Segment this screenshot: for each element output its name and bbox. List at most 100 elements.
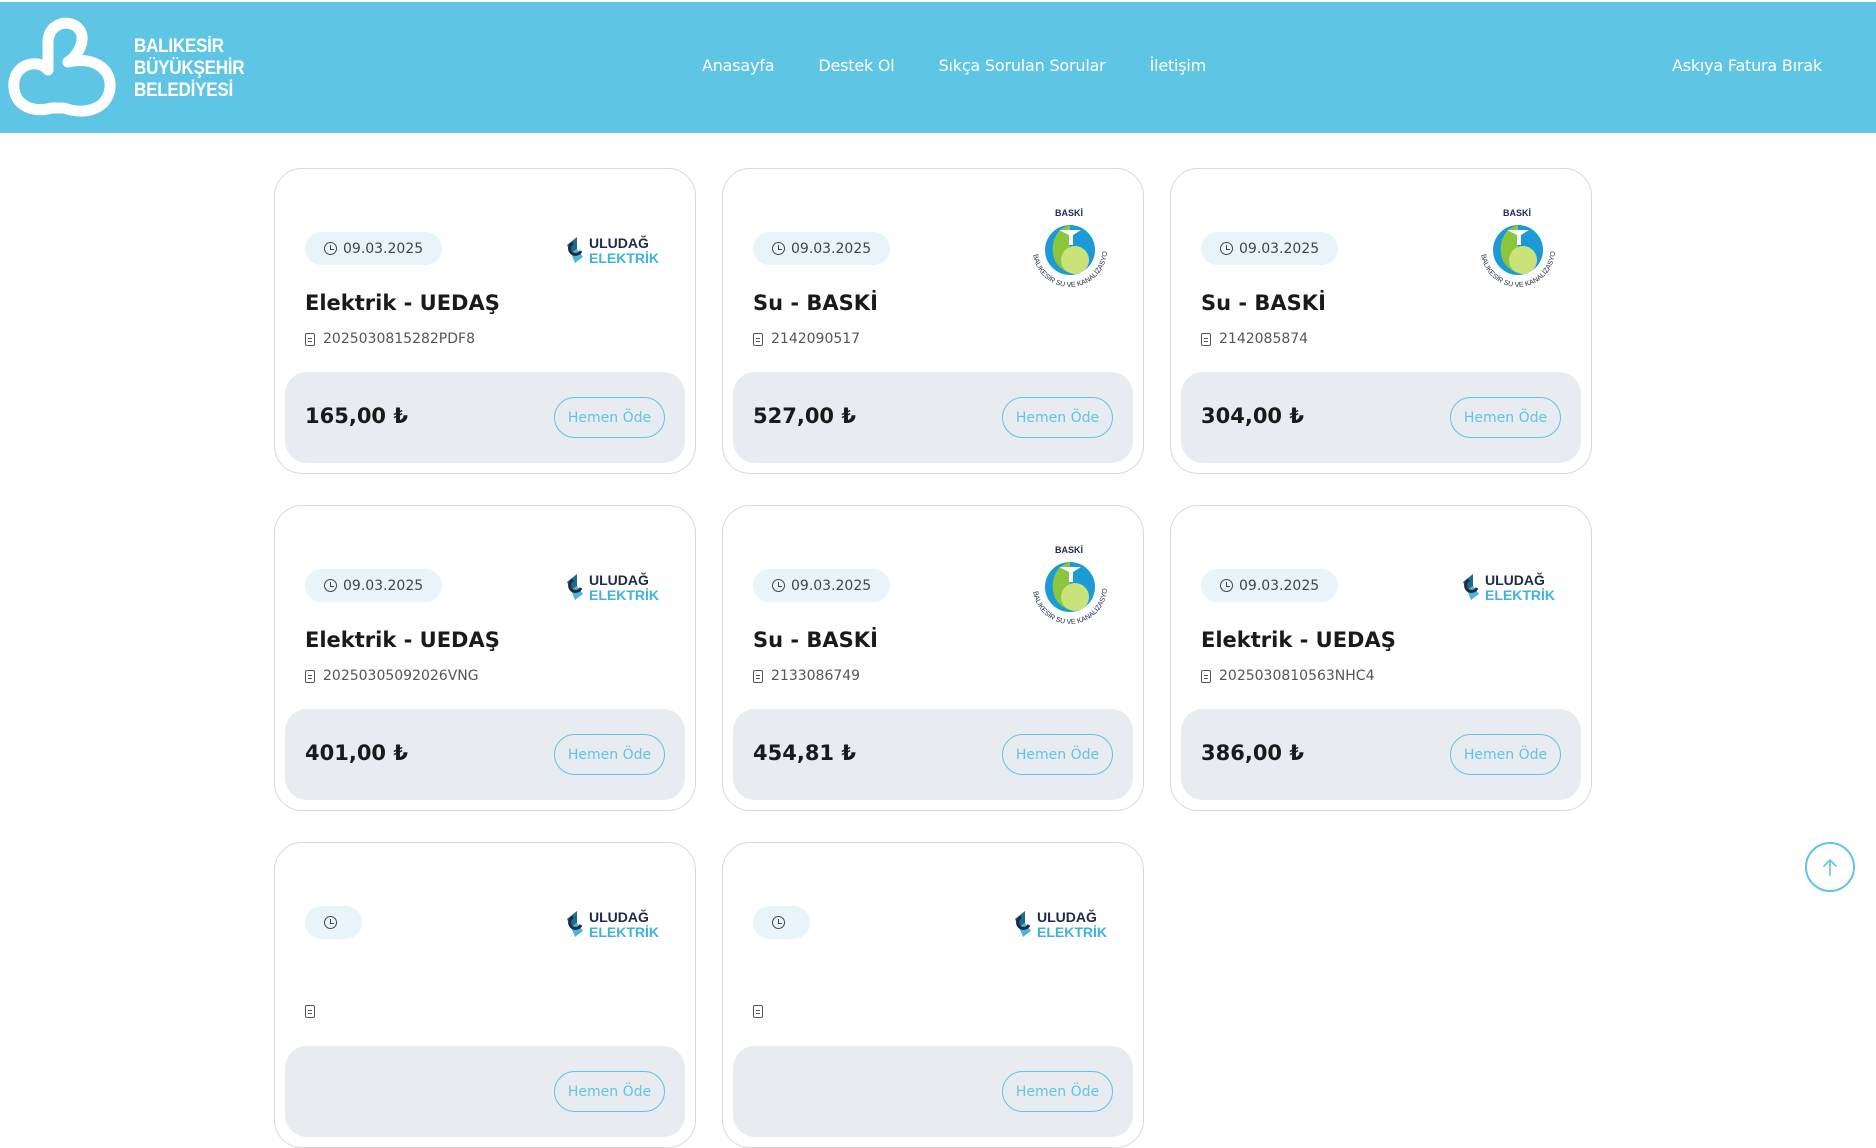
pay-now-button[interactable]: Hemen Öde: [554, 734, 665, 775]
baski-top-text: BASKİ: [1055, 545, 1083, 555]
date-badge: 09.03.2025: [1201, 232, 1339, 265]
bill-date: 09.03.2025: [1239, 240, 1320, 257]
clock-icon: [324, 579, 337, 592]
clock-icon: [772, 579, 785, 592]
date-badge: 09.03.2025: [305, 569, 443, 602]
main-nav: Anasayfa Destek Ol Sıkça Sorulan Sorular…: [702, 56, 1250, 75]
uludag-elektrik-logo-icon: ULUDAĞ ELEKTRİK: [567, 234, 659, 266]
bill-reference: 2133086749: [753, 668, 860, 684]
pay-now-button[interactable]: Hemen Öde: [554, 1071, 665, 1112]
payment-bar: 386,00 ₺ Hemen Öde: [1181, 709, 1581, 800]
bill-card[interactable]: 09.03.2025 ULUDAĞ ELEKTRİK Elektrik - UE…: [274, 505, 696, 811]
bill-reference: [753, 1005, 771, 1018]
bill-date: 09.03.2025: [343, 577, 424, 594]
nav-faq[interactable]: Sıkça Sorulan Sorular: [939, 56, 1106, 75]
bill-reference-number: 20250305092026VNG: [323, 668, 479, 684]
uludag-elektrik-logo-icon: ULUDAĞ ELEKTRİK: [567, 908, 659, 940]
provider-logo: ULUDAĞ ELEKTRİK: [557, 542, 667, 632]
provider-logo: ULUDAĞ ELEKTRİK: [1005, 879, 1115, 969]
bill-title: Elektrik - UEDAŞ: [305, 291, 500, 315]
municipality-name: BALIKESİR BÜYÜKŞEHİR BELEDİYESİ: [134, 36, 245, 102]
bill-reference: 20250305092026VNG: [305, 668, 479, 684]
bill-reference: 2142090517: [753, 331, 860, 347]
bill-amount: 527,00 ₺: [753, 404, 856, 428]
baski-logo-icon: BASKİ BALIKESİR SU VE KANALİZASYON İDARE…: [1025, 542, 1109, 626]
bill-card[interactable]: ULUDAĞ ELEKTRİK Hemen Öde: [722, 842, 1144, 1148]
bill-amount: 304,00 ₺: [1201, 404, 1304, 428]
bill-date: 09.03.2025: [791, 577, 872, 594]
baski-top-text: BASKİ: [1503, 208, 1531, 218]
bill-reference: 2142085874: [1201, 331, 1308, 347]
bill-title: Elektrik - UEDAŞ: [305, 628, 500, 652]
uludag-top-text: ULUDAĞ: [589, 571, 649, 588]
bill-title: Su - BASKİ: [753, 628, 878, 652]
document-icon: [753, 332, 763, 346]
clock-icon: [1220, 579, 1233, 592]
clock-icon: [772, 916, 785, 929]
payment-bar: 401,00 ₺ Hemen Öde: [285, 709, 685, 800]
bill-date: 09.03.2025: [791, 240, 872, 257]
baski-top-text: BASKİ: [1055, 208, 1083, 218]
uludag-elektrik-logo-icon: ULUDAĞ ELEKTRİK: [567, 571, 659, 603]
date-badge: 09.03.2025: [753, 569, 891, 602]
scroll-to-top-button[interactable]: [1805, 842, 1855, 892]
date-badge: 09.03.2025: [305, 232, 443, 265]
bill-amount: 454,81 ₺: [753, 741, 856, 765]
municipality-logo[interactable]: BALIKESİR BÜYÜKŞEHİR BELEDİYESİ: [8, 16, 245, 120]
payment-bar: 454,81 ₺ Hemen Öde: [733, 709, 1133, 800]
clock-icon: [324, 916, 337, 929]
uludag-bottom-text: ELEKTRİK: [589, 587, 659, 603]
bill-card[interactable]: 09.03.2025 ULUDAĞ ELEKTRİK Elektrik - UE…: [274, 168, 696, 474]
pay-now-button[interactable]: Hemen Öde: [1002, 397, 1113, 438]
logo-line-1: BALIKESİR: [134, 36, 224, 57]
pay-now-button[interactable]: Hemen Öde: [1002, 1071, 1113, 1112]
bill-reference: 2025030810563NHC4: [1201, 668, 1374, 684]
clock-icon: [324, 242, 337, 255]
date-badge: 09.03.2025: [1201, 569, 1339, 602]
pay-now-button[interactable]: Hemen Öde: [1002, 734, 1113, 775]
document-icon: [1201, 669, 1211, 683]
bill-card[interactable]: 09.03.2025 BASKİ BALIKESİR SU VE KANALİZ…: [722, 168, 1144, 474]
bill-date: 09.03.2025: [343, 240, 424, 257]
payment-bar: 527,00 ₺ Hemen Öde: [733, 372, 1133, 463]
uludag-elektrik-logo-icon: ULUDAĞ ELEKTRİK: [1015, 908, 1107, 940]
payment-bar: 304,00 ₺ Hemen Öde: [1181, 372, 1581, 463]
logo-line-3: BELEDİYESİ: [134, 80, 233, 101]
payment-bar: Hemen Öde: [733, 1046, 1133, 1137]
leave-bill-link[interactable]: Askıya Fatura Bırak: [1672, 56, 1822, 75]
bill-title: Su - BASKİ: [753, 291, 878, 315]
nav-contact[interactable]: İletişim: [1150, 56, 1207, 75]
pay-now-button[interactable]: Hemen Öde: [1450, 397, 1561, 438]
provider-logo: ULUDAĞ ELEKTRİK: [557, 205, 667, 295]
bill-card[interactable]: ULUDAĞ ELEKTRİK Hemen Öde: [274, 842, 696, 1148]
uludag-bottom-text: ELEKTRİK: [589, 924, 659, 940]
uludag-top-text: ULUDAĞ: [589, 908, 649, 925]
bill-card[interactable]: 09.03.2025 BASKİ BALIKESİR SU VE KANALİZ…: [1170, 168, 1592, 474]
uludag-top-text: ULUDAĞ: [1037, 908, 1097, 925]
nav-home[interactable]: Anasayfa: [702, 56, 775, 75]
arrow-up-icon: [1823, 858, 1837, 876]
uludag-bottom-text: ELEKTRİK: [1485, 587, 1555, 603]
pay-now-button[interactable]: Hemen Öde: [554, 397, 665, 438]
provider-logo: ULUDAĞ ELEKTRİK: [1453, 542, 1563, 632]
clock-icon: [1220, 242, 1233, 255]
bill-card[interactable]: 09.03.2025 BASKİ BALIKESİR SU VE KANALİZ…: [722, 505, 1144, 811]
bill-reference: [305, 1005, 323, 1018]
bill-date: 09.03.2025: [1239, 577, 1320, 594]
document-icon: [305, 332, 315, 346]
bill-title: Elektrik - UEDAŞ: [1201, 628, 1396, 652]
payment-bar: 165,00 ₺ Hemen Öde: [285, 372, 685, 463]
bill-reference: 2025030815282PDF8: [305, 331, 475, 347]
bill-reference-number: 2025030810563NHC4: [1219, 668, 1375, 684]
bill-amount: 165,00 ₺: [305, 404, 408, 428]
payment-bar: Hemen Öde: [285, 1046, 685, 1137]
provider-logo: BASKİ BALIKESİR SU VE KANALİZASYON İDARE…: [1453, 205, 1563, 295]
bill-amount: 401,00 ₺: [305, 741, 408, 765]
logo-line-2: BÜYÜKŞEHİR: [134, 58, 245, 79]
uludag-bottom-text: ELEKTRİK: [1037, 924, 1107, 940]
bill-card[interactable]: 09.03.2025 ULUDAĞ ELEKTRİK Elektrik - UE…: [1170, 505, 1592, 811]
bill-reference-number: 2133086749: [771, 668, 861, 684]
site-header: BALIKESİR BÜYÜKŞEHİR BELEDİYESİ Anasayfa…: [0, 2, 1876, 133]
pay-now-button[interactable]: Hemen Öde: [1450, 734, 1561, 775]
nav-support[interactable]: Destek Ol: [818, 56, 894, 75]
